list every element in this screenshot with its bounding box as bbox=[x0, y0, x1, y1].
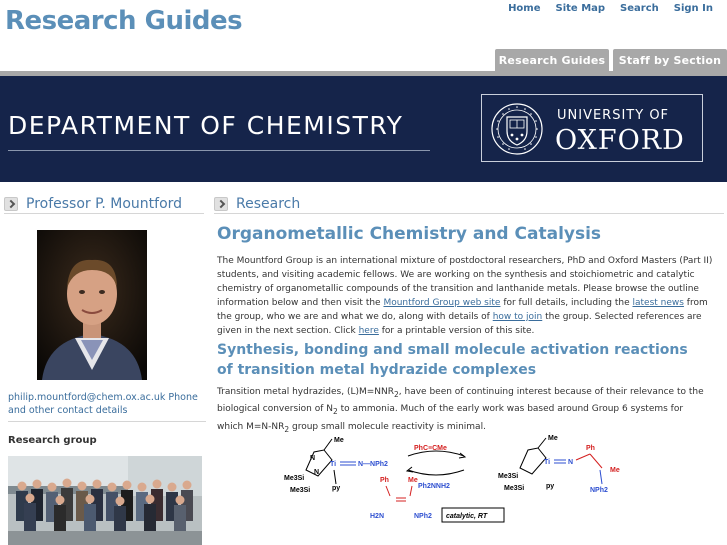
chevron-right-icon[interactable] bbox=[4, 196, 18, 211]
svg-text:Me: Me bbox=[334, 437, 344, 444]
tab-staff-by-section[interactable]: Staff by Section bbox=[613, 49, 727, 71]
svg-text:Me: Me bbox=[610, 467, 620, 474]
svg-text:N: N bbox=[314, 469, 319, 476]
section-subtitle: Synthesis, bonding and small molecule ac… bbox=[217, 342, 688, 378]
sidebar-heading: Professor P. Mountford bbox=[4, 194, 204, 214]
sidebar-divider bbox=[8, 421, 206, 422]
reaction-scheme: Me N N Ti N—NPh2 Me3Si Me3Si py PhC≡CMe … bbox=[284, 435, 620, 523]
page-title: Organometallic Chemistry and Catalysis bbox=[217, 224, 602, 244]
top-nav: Home Site Map Search Sign In bbox=[508, 3, 713, 14]
svg-text:Ph: Ph bbox=[586, 445, 595, 452]
left-complex: Me N N Ti N—NPh2 Me3Si Me3Si py bbox=[284, 437, 388, 494]
chevron-right-icon[interactable] bbox=[214, 196, 228, 211]
contact-info: philip.mountford@chem.ox.ac.uk Phone and… bbox=[8, 391, 206, 417]
svg-text:catalytic, RT: catalytic, RT bbox=[446, 513, 488, 520]
oxford-logo[interactable]: UNIVERSITY OF OXFORD bbox=[481, 94, 703, 162]
professor-name: Professor P. Mountford bbox=[26, 195, 183, 212]
svg-text:NPh2: NPh2 bbox=[590, 487, 608, 494]
university-of-label: UNIVERSITY OF bbox=[557, 108, 670, 123]
main-content: Research Organometallic Chemistry and Ca… bbox=[214, 194, 724, 523]
right-complex: Me Ti N Me3Si Me3Si py Ph Me NPh2 bbox=[498, 435, 620, 494]
research-group-heading: Research group bbox=[8, 435, 97, 446]
portrait-image bbox=[37, 230, 147, 380]
home-link[interactable]: Home bbox=[508, 3, 540, 14]
svg-text:N: N bbox=[568, 459, 573, 466]
svg-text:Ph2NNH2: Ph2NNH2 bbox=[418, 483, 450, 490]
svg-text:Ti: Ti bbox=[330, 461, 336, 468]
svg-text:py: py bbox=[332, 485, 340, 492]
svg-text:Ti: Ti bbox=[544, 459, 550, 466]
svg-text:Me3Si: Me3Si bbox=[498, 473, 518, 480]
tab-research-guides[interactable]: Research Guides bbox=[495, 49, 609, 71]
oxford-crest-icon bbox=[491, 103, 543, 155]
email-link[interactable]: philip.mountford@chem.ox.ac.uk bbox=[8, 392, 165, 403]
svg-text:N—NPh2: N—NPh2 bbox=[358, 461, 388, 468]
site-map-link[interactable]: Site Map bbox=[556, 3, 606, 14]
svg-text:Me3Si: Me3Si bbox=[290, 487, 310, 494]
research-label: Research bbox=[236, 195, 301, 212]
printable-version-link[interactable]: here bbox=[359, 326, 379, 336]
latest-news-link[interactable]: latest news bbox=[632, 298, 683, 308]
research-section-heading: Research bbox=[214, 194, 724, 214]
department-name: DEPARTMENT OF CHEMISTRY bbox=[8, 111, 404, 140]
group-photo-image bbox=[8, 456, 202, 545]
department-banner: DEPARTMENT OF CHEMISTRY UNIVERSITY OF OX… bbox=[0, 76, 727, 182]
svg-text:N: N bbox=[310, 455, 315, 462]
professor-portrait bbox=[37, 230, 147, 380]
svg-text:Me3Si: Me3Si bbox=[504, 485, 524, 492]
svg-text:H2N: H2N bbox=[370, 513, 384, 520]
site-title[interactable]: Research Guides bbox=[5, 6, 243, 36]
oxford-wordmark: OXFORD bbox=[555, 125, 685, 156]
group-website-link[interactable]: Mountford Group web site bbox=[383, 298, 500, 308]
sign-in-link[interactable]: Sign In bbox=[674, 3, 713, 14]
svg-text:Ph: Ph bbox=[380, 477, 389, 484]
svg-text:NPh2: NPh2 bbox=[414, 513, 432, 520]
svg-text:Me: Me bbox=[408, 477, 418, 484]
svg-text:py: py bbox=[546, 483, 554, 490]
search-link[interactable]: Search bbox=[620, 3, 659, 14]
intro-paragraph: The Mountford Group is an international … bbox=[217, 256, 713, 336]
svg-text:Me3Si: Me3Si bbox=[284, 475, 304, 482]
section-tabs: Research Guides Staff by Section bbox=[495, 49, 727, 71]
banner-divider bbox=[8, 150, 430, 151]
svg-text:Me: Me bbox=[548, 435, 558, 442]
how-to-join-link[interactable]: how to join bbox=[493, 312, 543, 322]
sidebar: Professor P. Mountford philip.mountford@… bbox=[4, 194, 206, 545]
research-group-photo bbox=[8, 456, 202, 545]
